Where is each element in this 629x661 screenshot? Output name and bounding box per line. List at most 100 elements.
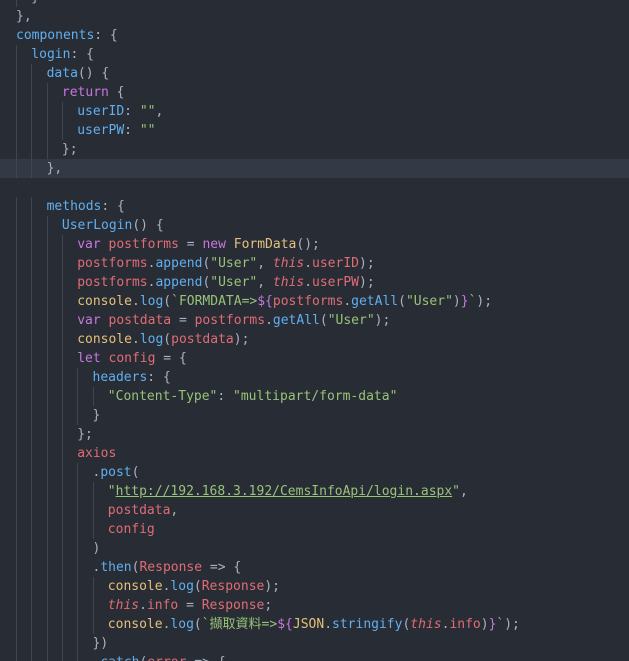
code-token: ; [264,598,273,613]
code-token: info [449,617,481,632]
code-token: , [257,256,273,271]
code-token: ( [398,294,406,309]
code-token: postforms [77,275,148,290]
indent-guide [77,463,79,482]
code-line[interactable]: .then(Response => { [0,558,629,577]
indent-guide [46,444,48,463]
code-line[interactable]: login: { [0,45,629,64]
indent-guide [61,235,63,254]
code-token: , [155,104,164,119]
code-token: log [139,294,164,309]
code-token: append [155,275,203,290]
code-line[interactable]: headers: { [0,368,629,387]
code-line[interactable]: postforms.append("User", this.userID); [0,254,629,273]
indent-guide [77,577,79,596]
code-token: ); [233,332,250,347]
code-line[interactable]: config [0,520,629,539]
indent-guide [16,254,17,273]
code-token: methods [46,199,102,214]
code-token: var [77,237,101,252]
indent-guide [46,501,48,520]
code-token: }; [77,427,93,442]
code-line[interactable]: }) [0,634,629,653]
code-line[interactable]: postforms.append("User", this.userPW); [0,273,629,292]
code-token: : [124,104,140,119]
code-token: post [100,465,132,480]
indent-guide [77,558,79,577]
indent-guide [16,292,17,311]
code-editor[interactable]: }},components: {login: {data() {return {… [0,0,629,661]
code-text: userPW: "" [77,121,155,140]
code-line[interactable]: var postdata = postforms.getAll("User"); [0,311,629,330]
indent-guide [61,615,63,634]
indent-guide [16,235,17,254]
code-line[interactable]: userPW: "" [0,121,629,140]
code-line[interactable]: console.log(`擷取資料=>${JSON.stringify(this… [0,615,629,634]
code-line[interactable]: }; [0,140,629,159]
code-line[interactable]: console.log(postdata); [0,330,629,349]
indent-guide [77,387,79,406]
code-token: . [343,294,352,309]
code-text: postforms.append("User", this.userPW); [77,273,374,292]
indent-guide [46,292,48,311]
code-line[interactable]: this.info = Response; [0,596,629,615]
code-token: ); [264,579,281,594]
indent-guide [46,520,48,539]
indent-guide [16,45,17,64]
code-line[interactable]: UserLogin() { [0,216,629,235]
code-line[interactable] [0,178,629,197]
code-token: catch [100,655,139,661]
code-line[interactable]: }; [0,425,629,444]
code-line[interactable]: } [0,0,629,7]
code-token: ); [374,313,391,328]
code-token: }, [46,161,63,176]
indent-guide [16,330,17,349]
code-line[interactable]: return { [0,83,629,102]
indent-guide [16,482,17,501]
code-line[interactable]: ) [0,539,629,558]
indent-guide [31,425,33,444]
code-line[interactable]: }, [0,7,629,26]
code-token: userID [77,104,125,119]
code-line[interactable]: userID: "", [0,102,629,121]
code-text: UserLogin() { [62,216,164,235]
indent-guide [16,596,17,615]
indent-guide [16,634,17,653]
indent-guide [46,577,48,596]
indent-guide [31,539,33,558]
code-line[interactable]: let config = { [0,349,629,368]
code-token: }; [61,142,78,157]
code-token: stringify [332,617,403,632]
indent-guide [61,102,63,121]
indent-guide [31,577,33,596]
code-line[interactable]: console.log(Response); [0,577,629,596]
code-token: ); [359,256,375,271]
indent-guide [92,387,94,406]
code-line[interactable]: .post( [0,463,629,482]
code-line[interactable]: } [0,406,629,425]
code-token: => { [186,655,225,661]
code-line[interactable]: postdata, [0,501,629,520]
code-line[interactable]: .catch(error => { [0,653,629,661]
indent-guide [31,292,33,311]
code-token: console [77,332,132,347]
code-line[interactable]: components: { [0,26,629,45]
code-token: ( [193,617,202,632]
code-line[interactable]: "http://192.168.3.192/CemsInfoApi/login.… [0,482,629,501]
indent-guide [31,387,33,406]
indent-guide [61,387,63,406]
code-line[interactable]: }, [0,159,629,178]
code-token: { [108,85,125,100]
code-token: userPW [312,275,359,290]
indent-guide [61,292,63,311]
code-text: .then(Response => { [93,558,242,577]
code-token: postforms [194,313,266,328]
code-line[interactable]: console.log(`FORMDATA=>${postforms.getAl… [0,292,629,311]
code-line[interactable]: "Content-Type": "multipart/form-data" [0,387,629,406]
code-line[interactable]: methods: { [0,197,629,216]
code-line[interactable]: var postforms = new FormData(); [0,235,629,254]
code-line[interactable]: data() { [0,64,629,83]
code-line[interactable]: axios [0,444,629,463]
